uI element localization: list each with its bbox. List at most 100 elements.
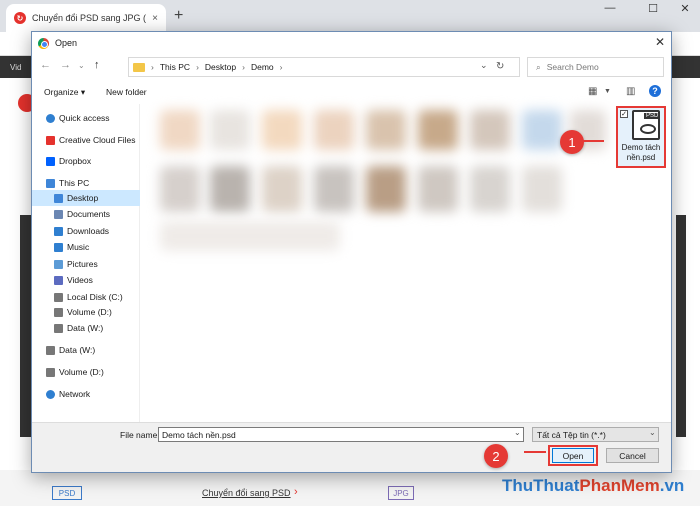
- open-file-dialog: Open ✕ ← → ⌄ ↑ › This PC › Desktop › Dem…: [31, 31, 672, 473]
- documents-icon: [54, 209, 63, 219]
- file-name-input[interactable]: Demo tách nền.psd: [158, 427, 524, 442]
- file-list-area: ✓ PSD Demo tách nền.psd: [148, 104, 667, 422]
- nav-item-label: Pictures: [67, 259, 98, 269]
- new-folder-button[interactable]: New folder: [106, 87, 147, 97]
- file-type-dropdown-icon[interactable]: ⌄: [649, 428, 656, 437]
- file-name-label: Demo tách nền.psd: [621, 143, 661, 162]
- nav-item-label: Quick access: [59, 113, 110, 123]
- nav-item[interactable]: Documents: [32, 206, 140, 222]
- file-type-select[interactable]: Tất cả Tệp tin (*.*): [532, 427, 659, 442]
- nav-item[interactable]: Downloads: [32, 223, 140, 239]
- step-2-arrow-icon: [524, 451, 546, 453]
- jpg-tag: JPG: [388, 486, 414, 500]
- folder-icon: [133, 62, 145, 72]
- maximize-button[interactable]: ☐: [638, 2, 668, 15]
- breadcrumb-this-pc[interactable]: This PC: [160, 62, 190, 72]
- nav-item-label: Documents: [67, 209, 110, 219]
- star-icon: [46, 113, 55, 123]
- nav-item-label: Data (W:): [67, 323, 104, 333]
- step-1-arrow-icon: [582, 140, 604, 142]
- creative-cloud-icon: [46, 135, 55, 145]
- eye-icon: [640, 124, 656, 134]
- nav-item-label: Local Disk (C:): [67, 292, 123, 302]
- nav-item[interactable]: Videos: [32, 272, 140, 288]
- drive-icon: [54, 292, 63, 302]
- step-1-badge: 1: [560, 130, 584, 154]
- file-name-label: File name:: [120, 430, 160, 440]
- tab-title: Chuyển đổi PSD sang JPG (Trực tuy: [32, 13, 147, 23]
- convert-to-psd-link[interactable]: Chuyển đổi sang PSD: [202, 488, 291, 498]
- nav-item[interactable]: Pictures: [32, 256, 140, 272]
- refresh-icon[interactable]: ↻: [496, 61, 504, 72]
- breadcrumb-desktop[interactable]: Desktop: [205, 62, 236, 72]
- tab-close-icon[interactable]: ×: [152, 13, 158, 24]
- nav-item[interactable]: Music: [32, 239, 140, 255]
- up-arrow-icon[interactable]: ↑: [94, 59, 100, 71]
- view-dropdown-icon[interactable]: ▼: [604, 88, 611, 95]
- network-icon: [46, 389, 55, 399]
- back-arrow-icon[interactable]: ←: [40, 59, 51, 71]
- new-tab-button[interactable]: +: [174, 7, 183, 25]
- chevron-right-icon: ›: [294, 486, 298, 498]
- nav-item[interactable]: Quick access: [32, 110, 140, 126]
- search-icon: ⌕: [536, 61, 541, 72]
- address-dropdown-icon[interactable]: ⌄: [480, 60, 488, 71]
- browser-tab[interactable]: ↻ Chuyển đổi PSD sang JPG (Trực tuy ×: [6, 4, 166, 32]
- dialog-close-button[interactable]: ✕: [655, 35, 665, 49]
- open-button[interactable]: Open: [552, 448, 594, 463]
- file-name-dropdown-icon[interactable]: ⌄: [514, 428, 521, 437]
- nav-item-label: Desktop: [67, 193, 99, 203]
- nav-item[interactable]: Creative Cloud Files: [32, 132, 140, 148]
- nav-item-label: Downloads: [67, 226, 110, 236]
- recent-chevron-icon[interactable]: ⌄: [78, 61, 85, 70]
- nav-item[interactable]: This PC: [32, 175, 140, 191]
- help-icon[interactable]: ?: [649, 85, 661, 97]
- videos-icon: [54, 275, 63, 285]
- psd-file-tag: PSD: [644, 113, 661, 119]
- view-options-icon[interactable]: ▦: [588, 86, 597, 97]
- nav-item[interactable]: Desktop: [32, 190, 140, 206]
- nav-item[interactable]: Network: [32, 386, 140, 402]
- site-nav-text[interactable]: Vid: [10, 63, 21, 72]
- forward-arrow-icon[interactable]: →: [60, 59, 71, 71]
- page-dark-panel-right: [676, 215, 686, 437]
- cancel-button[interactable]: Cancel: [606, 448, 659, 463]
- dialog-title: Open: [55, 38, 78, 48]
- organize-button[interactable]: Organize ▾: [44, 87, 85, 98]
- nav-item[interactable]: Data (W:): [32, 342, 140, 358]
- drive-icon: [54, 307, 63, 317]
- breadcrumb-separator-icon[interactable]: ›: [242, 62, 245, 72]
- computer-icon: [46, 178, 55, 188]
- dialog-bottom-bar: File name: Demo tách nền.psd ⌄ Tất cả Tệ…: [32, 422, 671, 472]
- nav-item[interactable]: Volume (D:): [32, 364, 140, 380]
- psd-tag: PSD: [52, 486, 82, 500]
- chrome-icon: [38, 37, 49, 49]
- nav-item[interactable]: Volume (D:): [32, 304, 140, 320]
- navigation-row: ← → ⌄ ↑ › This PC › Desktop › Demo › ⌄ ↻…: [32, 54, 671, 80]
- address-bar[interactable]: › This PC › Desktop › Demo ›: [128, 57, 520, 77]
- breadcrumb-separator-icon[interactable]: ›: [280, 62, 283, 72]
- breadcrumb-demo[interactable]: Demo: [251, 62, 274, 72]
- search-input[interactable]: Search Demo: [547, 62, 599, 72]
- psd-file-icon: PSD: [632, 110, 661, 140]
- step-2-badge: 2: [484, 444, 508, 468]
- blurred-thumbnails: [150, 106, 610, 256]
- file-item-demo-psd[interactable]: ✓ PSD Demo tách nền.psd: [616, 106, 666, 168]
- nav-item-label: Data (W:): [59, 345, 96, 355]
- file-checkbox[interactable]: ✓: [620, 110, 628, 118]
- nav-item-label: Volume (D:): [67, 307, 112, 317]
- nav-item[interactable]: Dropbox: [32, 153, 140, 169]
- nav-item-label: Dropbox: [59, 156, 92, 166]
- breadcrumb-separator-icon[interactable]: ›: [196, 62, 199, 72]
- preview-pane-icon[interactable]: ▥: [626, 86, 635, 97]
- breadcrumb-separator-icon[interactable]: ›: [151, 62, 154, 72]
- command-bar: Organize ▾ New folder ▦ ▼ ▥ ?: [32, 80, 671, 104]
- minimize-button[interactable]: —: [595, 2, 625, 14]
- nav-item-label: This PC: [59, 178, 90, 188]
- search-box[interactable]: ⌕ Search Demo: [527, 57, 664, 77]
- window-close-button[interactable]: ✕: [670, 2, 700, 15]
- nav-item-label: Music: [67, 242, 90, 252]
- smallpdf-favicon-icon: ↻: [14, 12, 26, 24]
- nav-item[interactable]: Local Disk (C:): [32, 289, 140, 305]
- nav-item[interactable]: Data (W:): [32, 320, 140, 336]
